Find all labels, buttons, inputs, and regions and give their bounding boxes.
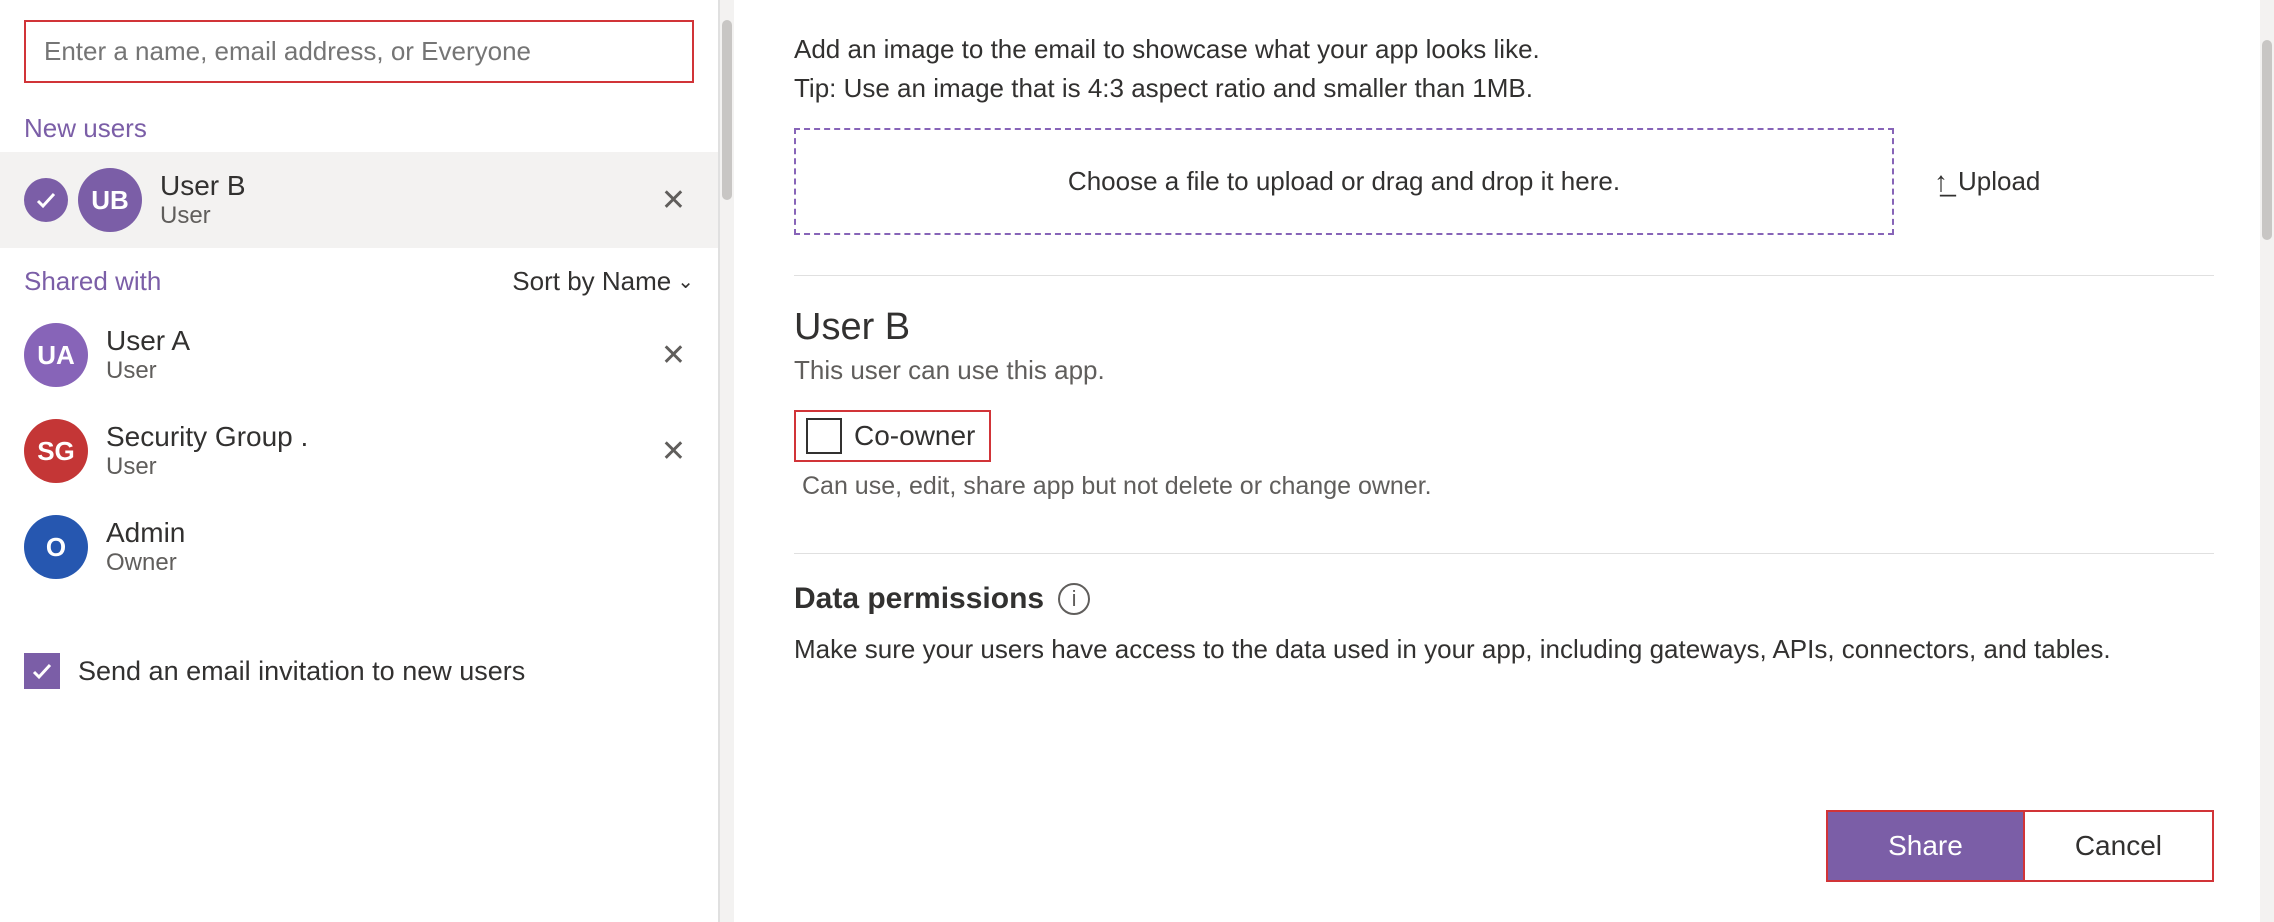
avatar-ua: UA: [24, 323, 88, 387]
cancel-button[interactable]: Cancel: [2025, 810, 2214, 882]
email-checkbox[interactable]: [24, 653, 60, 689]
data-permissions-title: Data permissions: [794, 582, 1044, 616]
check-circle-ub: [24, 178, 68, 222]
shared-with-header: Shared with Sort by Name ⌄: [0, 248, 718, 307]
left-panel: New users UB User B User ✕ Shared with S…: [0, 0, 720, 922]
shared-with-label: Shared with: [24, 266, 161, 297]
shared-user-row-ua[interactable]: UA User A User ✕: [0, 307, 718, 403]
selected-user-desc: This user can use this app.: [794, 355, 2214, 386]
email-invitation-label: Send an email invitation to new users: [78, 656, 525, 687]
right-scrollbar[interactable]: [2260, 0, 2274, 922]
right-wrapper: Add an image to the email to showcase wh…: [734, 0, 2274, 922]
avatar-sg: SG: [24, 419, 88, 483]
shared-user-row-admin[interactable]: O Admin Owner: [0, 499, 718, 595]
drop-zone-label: Choose a file to upload or drag and drop…: [1068, 166, 1620, 197]
email-invitation-row[interactable]: Send an email invitation to new users: [0, 625, 718, 717]
selected-user-name: User B: [794, 306, 2214, 349]
section-divider-2: [794, 553, 2214, 554]
coowner-wrapper[interactable]: Co-owner: [794, 410, 991, 462]
user-role-ua: User: [106, 357, 190, 385]
user-name-ua: User A: [106, 325, 190, 357]
action-buttons: Share Cancel: [1826, 810, 2214, 882]
new-users-label: New users: [0, 103, 718, 152]
remove-ua-button[interactable]: ✕: [653, 334, 694, 377]
coowner-label: Co-owner: [854, 420, 975, 452]
user-info-ua: User A User: [106, 325, 190, 385]
data-permissions-header: Data permissions i: [794, 582, 2214, 616]
user-role-admin: Owner: [106, 549, 185, 577]
coowner-row: Co-owner: [794, 410, 2214, 462]
shared-user-row-sg[interactable]: SG Security Group . User ✕: [0, 403, 718, 499]
user-info-sg: Security Group . User: [106, 421, 308, 481]
remove-sg-button[interactable]: ✕: [653, 430, 694, 473]
upload-button[interactable]: ↑̲ Upload: [1934, 166, 2040, 198]
right-panel: Add an image to the email to showcase wh…: [734, 0, 2274, 922]
chevron-down-icon: ⌄: [677, 269, 694, 294]
user-role-ub: User: [160, 202, 246, 230]
share-button[interactable]: Share: [1826, 810, 2025, 882]
user-name-admin: Admin: [106, 517, 185, 549]
tip-text: Add an image to the email to showcase wh…: [794, 0, 2214, 128]
upload-area: Choose a file to upload or drag and drop…: [794, 128, 2214, 235]
selected-user-section: User B This user can use this app. Co-ow…: [794, 306, 2214, 521]
tip-line1: Add an image to the email to showcase wh…: [794, 30, 2214, 69]
right-scroll-thumb: [2262, 40, 2272, 240]
info-icon[interactable]: i: [1058, 583, 1090, 615]
upload-label: Upload: [1958, 166, 2040, 197]
user-role-sg: User: [106, 453, 308, 481]
coowner-desc: Can use, edit, share app but not delete …: [794, 472, 2214, 501]
search-input[interactable]: [24, 20, 694, 83]
upload-icon: ↑̲: [1934, 166, 1948, 198]
search-wrapper: [0, 0, 718, 103]
left-scrollbar[interactable]: [720, 0, 734, 922]
sort-by-button[interactable]: Sort by Name ⌄: [512, 266, 694, 297]
coowner-checkbox[interactable]: [806, 418, 842, 454]
user-name-sg: Security Group .: [106, 421, 308, 453]
data-permissions-desc: Make sure your users have access to the …: [794, 630, 2214, 669]
user-name-ub: User B: [160, 170, 246, 202]
new-user-row-ub[interactable]: UB User B User ✕: [0, 152, 718, 248]
avatar-ub: UB: [78, 168, 142, 232]
user-info-ub: User B User: [160, 170, 246, 230]
avatar-admin: O: [24, 515, 88, 579]
tip-line2: Tip: Use an image that is 4:3 aspect rat…: [794, 69, 2214, 108]
left-scroll-thumb: [722, 20, 732, 200]
remove-ub-button[interactable]: ✕: [653, 179, 694, 222]
sort-by-label: Sort by Name: [512, 266, 671, 297]
drop-zone[interactable]: Choose a file to upload or drag and drop…: [794, 128, 1894, 235]
user-info-admin: Admin Owner: [106, 517, 185, 577]
section-divider-1: [794, 275, 2214, 276]
